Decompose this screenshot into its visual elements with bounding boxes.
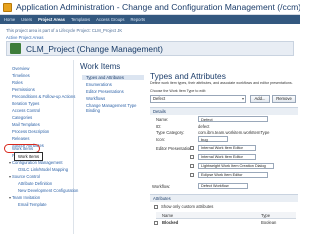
sidebar-item-mail-templates[interactable]: Mail Templates bbox=[12, 122, 40, 127]
lifecycle-info: This project area is part of a Lifecycle… bbox=[6, 28, 123, 33]
collapse-toggle-icon[interactable]: ▾ bbox=[9, 160, 11, 165]
subnav-type-binding[interactable]: Change Management Type Binding bbox=[86, 103, 146, 113]
choose-type-label: Choose the Work Item Type to edit: bbox=[150, 89, 207, 93]
id-label: ID: bbox=[156, 124, 162, 129]
subnav-types-and-attributes[interactable]: Types and Attributes bbox=[82, 75, 144, 80]
sidebar-item-access-control[interactable]: Access Control bbox=[12, 108, 40, 113]
editor-presentation-select-2[interactable]: Internal Work Item Editor bbox=[198, 154, 256, 160]
sidebar-item-process-description[interactable]: Process Description bbox=[12, 129, 49, 134]
attribute-type-cell: Boolean bbox=[261, 220, 277, 225]
collapse-toggle-icon[interactable]: ▾ bbox=[9, 195, 11, 200]
id-value: defect bbox=[198, 124, 210, 129]
remove-type-button[interactable]: Remove bbox=[272, 95, 296, 103]
nav-users[interactable]: Users bbox=[21, 17, 32, 22]
nav-home[interactable]: Home bbox=[4, 17, 15, 22]
collapse-toggle-icon[interactable]: ▾ bbox=[9, 174, 11, 179]
subnav-enumerations[interactable]: Enumerations bbox=[86, 82, 112, 87]
editor-presentation-select-4[interactable]: Eclipse Work Item Editor bbox=[198, 172, 268, 178]
chevron-down-icon: ▾ bbox=[241, 96, 244, 101]
sidebar-item-releases[interactable]: Releases bbox=[12, 136, 29, 141]
subnav-editor-presentations[interactable]: Editor Presentations bbox=[86, 89, 124, 94]
sidebar-item-oslc-mapping[interactable]: OSLC Link/Model Mapping bbox=[18, 167, 68, 172]
show-custom-checkbox[interactable] bbox=[154, 205, 158, 209]
subnav-workflows[interactable]: Workflows bbox=[86, 96, 105, 101]
app-logo-icon bbox=[3, 2, 12, 12]
active-project-areas-link[interactable]: Active Project Areas bbox=[6, 35, 43, 40]
attributes-section-header[interactable]: Attributes bbox=[150, 194, 298, 202]
sidebar-item-source-control[interactable]: Source Control bbox=[12, 174, 40, 179]
workflow-label: Workflow: bbox=[152, 184, 171, 189]
window-title: Application Administration - Change and … bbox=[15, 2, 300, 12]
work-items-title: Work Items bbox=[80, 62, 121, 71]
window-titlebar: Application Administration - Change and … bbox=[0, 0, 300, 15]
types-and-attributes-panel: Types and Attributes Define work item ty… bbox=[150, 60, 298, 234]
content-title: Types and Attributes bbox=[150, 71, 226, 81]
project-header: CLM_Project (Change Management) bbox=[6, 41, 294, 56]
project-area-icon bbox=[10, 43, 21, 54]
sidebar-item-iteration-types[interactable]: Iteration Types bbox=[12, 101, 39, 106]
content-description: Define work item types, their attributes… bbox=[150, 81, 293, 85]
nav-templates[interactable]: Templates bbox=[71, 17, 90, 22]
sidebar-item-team-invitation[interactable]: Team Invitation bbox=[12, 195, 40, 200]
attributes-table-header: Name Type bbox=[156, 212, 296, 219]
work-item-type-select[interactable]: Defect ▾ bbox=[150, 95, 246, 103]
type-category-value: com.ibm.team.workitem.workItemType bbox=[198, 130, 270, 135]
icon-field[interactable]: bug bbox=[198, 136, 228, 142]
sidebar-item-categories[interactable]: Categories bbox=[12, 115, 32, 120]
sidebar-item-roles[interactable]: Roles bbox=[12, 80, 23, 85]
sidebar-item-timelines[interactable]: Timelines bbox=[12, 73, 30, 78]
sidebar-item-permissions[interactable]: Permissions bbox=[12, 87, 35, 92]
column-type-header[interactable]: Type bbox=[261, 213, 270, 218]
sidebar-item-preconditions[interactable]: Preconditions & Follow-up Actions bbox=[12, 94, 75, 99]
type-category-label: Type Category: bbox=[156, 130, 185, 135]
editor-presentation-select-3[interactable]: Lightweight Work Item Creation Dialog bbox=[198, 163, 274, 169]
selected-type: Defect bbox=[153, 96, 166, 101]
editor-checkbox[interactable] bbox=[190, 164, 194, 168]
top-navigation: Home Users Project Areas Templates Acces… bbox=[0, 15, 300, 24]
project-title: CLM_Project (Change Management) bbox=[26, 43, 163, 54]
editor-checkbox[interactable] bbox=[190, 146, 194, 150]
row-select-checkbox[interactable] bbox=[154, 221, 158, 225]
name-field[interactable]: Defect bbox=[198, 116, 268, 122]
editor-checkbox[interactable] bbox=[190, 155, 194, 159]
sidebar-item-email-template[interactable]: Email Template bbox=[18, 202, 47, 207]
work-items-subnav: Work Items Types and Attributes Enumerat… bbox=[80, 60, 146, 234]
nav-project-areas[interactable]: Project Areas bbox=[38, 17, 65, 22]
workflow-select[interactable]: Defect Workflow bbox=[198, 183, 248, 189]
work-items-tooltip: Work Items bbox=[14, 152, 44, 161]
add-type-button[interactable]: Add... bbox=[250, 95, 270, 103]
nav-access-groups[interactable]: Access Groups bbox=[96, 17, 124, 22]
editor-checkbox[interactable] bbox=[190, 173, 194, 177]
show-custom-label: Show only custom attributes bbox=[161, 204, 214, 209]
column-name-header[interactable]: Name bbox=[162, 213, 173, 218]
attribute-name-cell[interactable]: Blocked bbox=[162, 220, 178, 225]
icon-label: Icon: bbox=[156, 137, 166, 142]
details-section-header[interactable]: Details bbox=[150, 107, 298, 115]
sidebar-item-new-development-configuration[interactable]: New Development Configuration bbox=[18, 188, 78, 193]
sidebar-item-overview[interactable]: Overview bbox=[12, 66, 29, 71]
editor-presentation-select-1[interactable]: Internal Work Item Editor bbox=[198, 145, 256, 151]
editor-presentation-label: Editor Presentation: bbox=[156, 146, 193, 151]
sidebar-item-attribute-definition[interactable]: Attribute Definition bbox=[18, 181, 52, 186]
nav-reports[interactable]: Reports bbox=[130, 17, 145, 22]
name-label: Name: bbox=[156, 117, 169, 122]
